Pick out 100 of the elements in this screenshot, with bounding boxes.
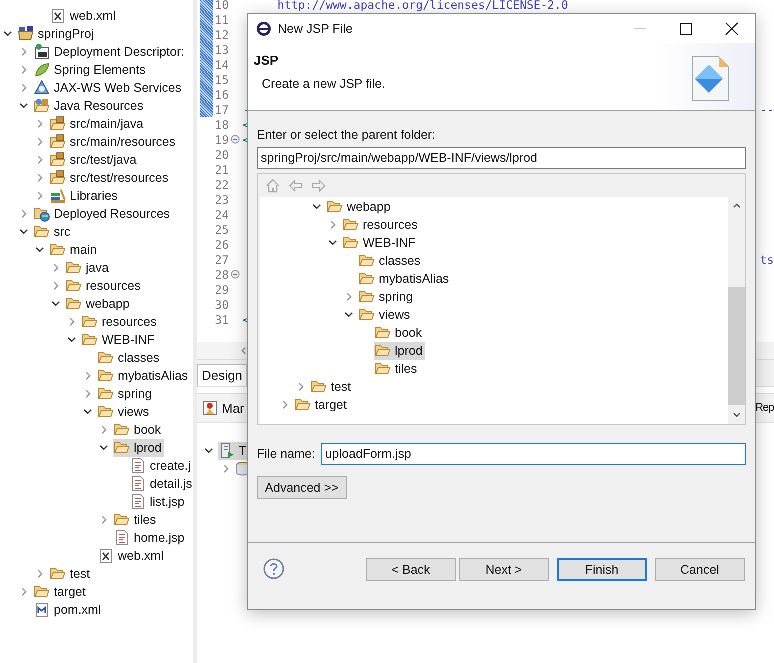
collapse-icon[interactable] bbox=[230, 270, 240, 279]
tree-item[interactable]: src/main/resources bbox=[70, 135, 176, 149]
chevron-down-icon[interactable] bbox=[83, 407, 93, 417]
tree-item[interactable]: src/main/java bbox=[70, 117, 144, 131]
tree-item[interactable]: web.xml bbox=[118, 549, 164, 563]
tree-item[interactable]: springProj bbox=[38, 27, 94, 41]
tree-item[interactable]: resources bbox=[102, 315, 157, 329]
tree-item[interactable]: lprod bbox=[134, 441, 162, 455]
forward-icon[interactable] bbox=[311, 178, 327, 194]
tree-item[interactable]: book bbox=[134, 423, 162, 437]
chevron-right-icon[interactable] bbox=[35, 191, 45, 201]
tree-item[interactable]: java bbox=[86, 261, 109, 275]
tree-item[interactable]: spring bbox=[118, 387, 152, 401]
tree-item[interactable]: create.j bbox=[150, 459, 191, 473]
chevron-right-icon[interactable] bbox=[19, 209, 29, 219]
editor-tab[interactable]: Design bbox=[197, 364, 248, 386]
chevron-right-icon[interactable] bbox=[328, 220, 338, 230]
selection-highlight[interactable]: T bbox=[218, 442, 249, 460]
finish-button[interactable]: Finish bbox=[557, 558, 647, 581]
tree-item[interactable]: JAX-WS Web Services bbox=[54, 81, 182, 95]
chevron-down-icon[interactable] bbox=[732, 410, 742, 420]
chevron-right-icon[interactable] bbox=[19, 47, 29, 57]
tree-item[interactable]: src bbox=[54, 225, 71, 239]
chevron-right-icon[interactable] bbox=[35, 173, 45, 183]
chevron-right-icon[interactable] bbox=[35, 119, 45, 129]
close-icon[interactable] bbox=[725, 22, 739, 36]
chevron-down-icon[interactable] bbox=[67, 335, 77, 345]
chevron-right-icon[interactable] bbox=[35, 155, 45, 165]
vertical-scrollbar[interactable] bbox=[728, 197, 745, 424]
chevron-right-icon[interactable] bbox=[280, 400, 290, 410]
cancel-button[interactable]: Cancel bbox=[655, 558, 745, 581]
tree-item[interactable]: WEB-INF bbox=[363, 236, 416, 250]
chevron-down-icon[interactable] bbox=[99, 443, 109, 453]
maximize-icon[interactable] bbox=[679, 22, 693, 36]
chevron-right-icon[interactable] bbox=[35, 569, 45, 579]
home-icon[interactable] bbox=[265, 178, 281, 194]
help-icon[interactable] bbox=[263, 558, 285, 580]
tree-item[interactable]: main bbox=[70, 243, 98, 257]
chevron-right-icon[interactable] bbox=[19, 83, 29, 93]
tree-item[interactable]: pom.xml bbox=[54, 603, 102, 617]
chevron-down-icon[interactable] bbox=[19, 227, 29, 237]
tree-item[interactable]: home.jsp bbox=[134, 531, 185, 545]
tree-item[interactable]: Deployment Descriptor: bbox=[54, 45, 185, 59]
tree-item[interactable]: detail.js bbox=[150, 477, 192, 491]
panel-tab[interactable]: Mar bbox=[222, 400, 244, 416]
tree-item[interactable]: test bbox=[331, 380, 352, 394]
chevron-right-icon[interactable] bbox=[99, 515, 109, 525]
chevron-right-icon[interactable] bbox=[83, 389, 93, 399]
file-name-field[interactable]: uploadForm.jsp bbox=[321, 443, 746, 465]
tree-item[interactable]: Libraries bbox=[70, 189, 118, 203]
tree-item[interactable]: views bbox=[379, 308, 410, 322]
chevron-right-icon[interactable] bbox=[19, 587, 29, 597]
tree-item[interactable]: book bbox=[395, 326, 422, 340]
chevron-right-icon[interactable] bbox=[67, 317, 77, 327]
tree-item[interactable]: resources bbox=[86, 279, 141, 293]
tree-item[interactable]: views bbox=[118, 405, 150, 419]
chevron-down-icon[interactable] bbox=[204, 446, 214, 456]
chevron-right-icon[interactable] bbox=[35, 137, 45, 147]
tree-item[interactable]: tiles bbox=[134, 513, 156, 527]
chevron-right-icon[interactable] bbox=[344, 292, 354, 302]
chevron-down-icon[interactable] bbox=[328, 238, 338, 248]
tree-item[interactable]: mybatisAlias bbox=[379, 272, 450, 286]
tree-item[interactable]: Deployed Resources bbox=[54, 207, 170, 221]
chevron-down-icon[interactable] bbox=[3, 29, 13, 39]
chevron-down-icon[interactable] bbox=[35, 245, 45, 255]
selection-highlight[interactable]: lprod bbox=[374, 342, 425, 360]
tree-item[interactable]: mybatisAlias bbox=[118, 369, 188, 383]
tree-item[interactable]: lprod bbox=[395, 344, 423, 358]
back-button[interactable]: < Back bbox=[366, 558, 456, 581]
chevron-down-icon[interactable] bbox=[312, 202, 322, 212]
back-icon[interactable] bbox=[288, 178, 304, 194]
tree-item[interactable]: Java Resources bbox=[54, 99, 144, 113]
tree-item[interactable]: classes bbox=[118, 351, 160, 365]
advanced-button[interactable]: Advanced >> bbox=[257, 476, 347, 499]
chevron-left-icon[interactable] bbox=[239, 346, 249, 356]
chevron-right-icon[interactable] bbox=[51, 263, 61, 273]
tree-item[interactable]: classes bbox=[379, 254, 421, 268]
panel-tab[interactable]: Rep bbox=[756, 402, 774, 414]
tree-item[interactable]: resources bbox=[363, 218, 418, 232]
tree-item[interactable]: T bbox=[239, 444, 247, 458]
tree-item[interactable]: Spring Elements bbox=[54, 63, 146, 77]
tree-item[interactable]: web.xml bbox=[70, 9, 116, 23]
chevron-down-icon[interactable] bbox=[344, 310, 354, 320]
folder-path-field[interactable]: springProj/src/main/webapp/WEB-INF/views/lprod bbox=[257, 147, 746, 169]
tree-item[interactable]: test bbox=[70, 567, 90, 581]
chevron-right-icon[interactable] bbox=[221, 464, 231, 474]
tree-item[interactable]: tiles bbox=[395, 362, 418, 376]
scrollbar-thumb[interactable] bbox=[728, 287, 745, 405]
tree-item[interactable]: webapp bbox=[86, 297, 130, 311]
tree-item[interactable]: src/test/resources bbox=[70, 171, 169, 185]
chevron-right-icon[interactable] bbox=[83, 371, 93, 381]
tree-item[interactable]: target bbox=[54, 585, 86, 599]
tree-item[interactable]: list.jsp bbox=[150, 495, 185, 509]
tree-item[interactable]: WEB-INF bbox=[102, 333, 155, 347]
chevron-down-icon[interactable] bbox=[19, 101, 29, 111]
tree-item[interactable]: webapp bbox=[347, 200, 391, 214]
selection-highlight[interactable]: lprod bbox=[113, 439, 164, 457]
tree-item[interactable]: spring bbox=[379, 290, 414, 304]
collapse-icon[interactable] bbox=[230, 135, 240, 144]
chevron-right-icon[interactable] bbox=[51, 281, 61, 291]
